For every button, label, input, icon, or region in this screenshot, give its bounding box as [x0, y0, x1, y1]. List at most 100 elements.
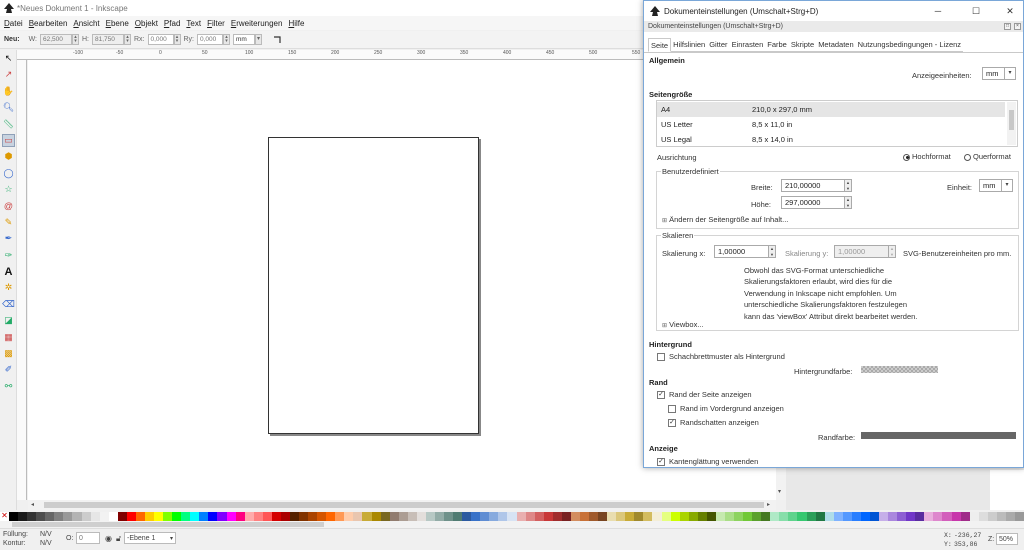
color-swatch[interactable]: [18, 512, 28, 521]
color-swatch[interactable]: [27, 512, 37, 521]
color-swatch[interactable]: [280, 512, 290, 521]
scroll-left-icon[interactable]: ◂: [31, 501, 34, 508]
tab-gitter[interactable]: Gitter: [707, 38, 730, 52]
color-swatch[interactable]: [163, 512, 173, 521]
color-swatch[interactable]: [752, 512, 762, 521]
page-size-scrollbar[interactable]: [1007, 102, 1016, 145]
color-swatch[interactable]: [715, 512, 725, 521]
color-swatch[interactable]: [226, 512, 236, 521]
color-swatch[interactable]: [634, 512, 644, 521]
color-swatch[interactable]: [770, 512, 780, 521]
measure-icon[interactable]: 📏︎: [2, 118, 15, 131]
color-swatch[interactable]: [126, 512, 136, 521]
show-border-checkbox[interactable]: ✓ Rand der Seite anzeigen: [657, 390, 752, 400]
color-swatch[interactable]: [444, 512, 454, 521]
scale-x-spin[interactable]: ▲ ▼: [769, 245, 776, 258]
color-swatch[interactable]: [489, 512, 499, 521]
3d-box-icon[interactable]: ⬢: [2, 150, 15, 163]
color-swatch[interactable]: [1014, 512, 1024, 521]
color-swatch[interactable]: [589, 512, 599, 521]
antialias-checkbox[interactable]: ✓ Kantenglättung verwenden: [657, 457, 758, 467]
color-swatch[interactable]: [724, 512, 734, 521]
color-swatch[interactable]: [679, 512, 689, 521]
color-swatch[interactable]: [407, 512, 417, 521]
h-spin[interactable]: ▴ ▾: [124, 34, 131, 45]
color-swatch[interactable]: [235, 512, 245, 521]
page-size-scroll-thumb[interactable]: [1009, 110, 1014, 130]
color-swatch[interactable]: [869, 512, 879, 521]
color-swatch[interactable]: [36, 512, 46, 521]
color-swatch[interactable]: [199, 512, 209, 521]
border-color-swatch[interactable]: [861, 432, 1016, 439]
palette-scroll-thumb[interactable]: [12, 522, 324, 527]
color-swatch[interactable]: [969, 512, 979, 521]
color-swatch[interactable]: [616, 512, 626, 521]
color-swatch[interactable]: [72, 512, 82, 521]
color-swatch[interactable]: [416, 512, 426, 521]
color-swatch[interactable]: [398, 512, 408, 521]
rx-field[interactable]: 0,000: [147, 34, 174, 45]
checkbox-checked-icon[interactable]: ✓: [657, 458, 665, 467]
scroll-down-icon[interactable]: ▾: [778, 488, 781, 495]
color-swatch[interactable]: [960, 512, 970, 521]
color-swatch[interactable]: [806, 512, 816, 521]
color-swatch[interactable]: [217, 512, 227, 521]
color-swatch[interactable]: [525, 512, 535, 521]
color-swatch[interactable]: [851, 512, 861, 521]
w-spin[interactable]: ▴ ▾: [72, 34, 79, 45]
opacity-field[interactable]: 0: [76, 532, 100, 544]
color-swatch[interactable]: [425, 512, 435, 521]
color-swatch[interactable]: [144, 512, 154, 521]
color-swatch[interactable]: [942, 512, 952, 521]
color-swatch[interactable]: [45, 512, 55, 521]
color-swatch[interactable]: [353, 512, 363, 521]
zoom-icon[interactable]: 🔍︎: [2, 101, 15, 114]
color-swatch[interactable]: [706, 512, 716, 521]
page-size-row[interactable]: A4 210,0 x 297,0 mm: [657, 102, 1005, 117]
scroll-right-icon[interactable]: ▸: [767, 501, 770, 508]
color-swatch[interactable]: [54, 512, 64, 521]
color-swatch[interactable]: [81, 512, 91, 521]
horizontal-scrollbar[interactable]: ◂ ▸: [28, 500, 776, 510]
color-swatch[interactable]: [661, 512, 671, 521]
no-paint-swatch[interactable]: ✕: [0, 512, 9, 521]
color-swatch[interactable]: [888, 512, 898, 521]
tab-einrasten[interactable]: Einrasten: [729, 38, 766, 52]
color-swatch[interactable]: [172, 512, 182, 521]
color-swatch[interactable]: [933, 512, 943, 521]
color-swatch[interactable]: [924, 512, 934, 521]
color-swatch[interactable]: [779, 512, 789, 521]
minimize-button[interactable]: ─: [924, 4, 952, 18]
color-swatch[interactable]: [471, 512, 481, 521]
menu-item[interactable]: Pfad: [164, 19, 180, 28]
color-swatch[interactable]: [362, 512, 372, 521]
menu-item[interactable]: Text: [186, 19, 201, 28]
color-swatch[interactable]: [453, 512, 463, 521]
portrait-radio[interactable]: Hochformat: [903, 152, 951, 161]
checkbox-checked-icon[interactable]: ✓: [668, 419, 676, 428]
lock-icon[interactable]: 🔓︎: [116, 534, 121, 544]
h-field[interactable]: 81,750: [92, 34, 124, 45]
border-on-top-checkbox[interactable]: Rand im Vordergrund anzeigen: [668, 404, 784, 414]
color-swatch[interactable]: [996, 512, 1006, 521]
paint-bucket-icon[interactable]: ◪: [2, 314, 15, 327]
color-swatch[interactable]: [815, 512, 825, 521]
color-swatch[interactable]: [117, 512, 127, 521]
zoom-field[interactable]: 50%: [996, 533, 1018, 545]
expander-plus-icon[interactable]: ⊞: [662, 218, 667, 224]
calligraphy-icon[interactable]: ✑: [2, 249, 15, 262]
color-swatch[interactable]: [462, 512, 472, 521]
color-swatch[interactable]: [9, 512, 19, 521]
width-field[interactable]: 210,00000 ▲ ▼: [781, 179, 852, 192]
color-swatch[interactable]: [516, 512, 526, 521]
tab-skripte[interactable]: Skripte: [788, 38, 817, 52]
connector-icon[interactable]: ⚯: [2, 380, 15, 393]
color-swatch[interactable]: [978, 512, 988, 521]
color-swatch[interactable]: [543, 512, 553, 521]
dropper-icon[interactable]: ✐: [2, 363, 15, 376]
resize-to-content-expander[interactable]: ⊞ Ändern der Seitengröße auf Inhalt...: [662, 215, 788, 224]
stroke-value[interactable]: N/V: [40, 540, 52, 547]
tab-hilfslinien[interactable]: Hilfslinien: [671, 38, 708, 52]
mesh-icon[interactable]: ▩: [2, 347, 15, 360]
color-swatch[interactable]: [498, 512, 508, 521]
